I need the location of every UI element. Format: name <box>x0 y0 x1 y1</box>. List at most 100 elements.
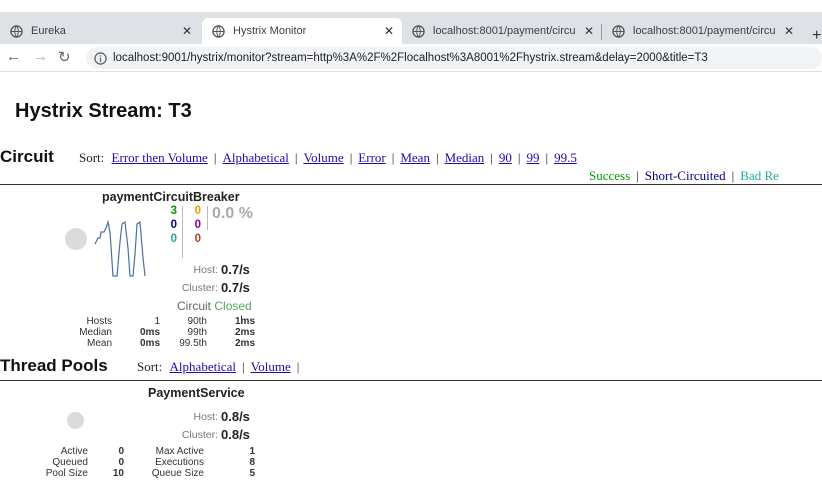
p995-label: 99.5th <box>179 338 207 349</box>
p90-value: 1ms <box>234 316 255 327</box>
circuit-name: paymentCircuitBreaker <box>102 190 240 204</box>
forward-icon[interactable]: → <box>33 48 48 65</box>
globe-icon <box>612 24 625 38</box>
max-active-label: Max Active <box>155 446 204 457</box>
address-bar: ← → ↻ localhost:9001/hystrix/monitor?str… <box>0 44 822 72</box>
thread-pool-name: PaymentService <box>148 386 245 400</box>
sort-99-5-link[interactable]: 99.5 <box>554 150 577 165</box>
host-rate: 0.7/s <box>221 262 250 277</box>
reload-icon[interactable]: ↻ <box>58 48 71 66</box>
health-circle <box>65 228 87 250</box>
health-circle <box>67 412 84 429</box>
pool-size-label: Pool Size <box>45 468 88 479</box>
max-active-value: 1 <box>249 446 255 457</box>
circuit-label: Circuit <box>177 299 212 313</box>
tab-title: Hystrix Monitor <box>233 25 307 37</box>
url-field[interactable]: localhost:9001/hystrix/monitor?stream=ht… <box>86 47 822 69</box>
cluster-rate: 0.7/s <box>221 280 250 295</box>
circuit-sort-bar: Sort: Error then Volume | Alphabetical | Vol… <box>79 150 577 166</box>
pool-size-value: 10 <box>112 468 124 479</box>
sort-volume-link[interactable]: Volume <box>251 359 291 374</box>
separator: | <box>213 150 217 165</box>
hosts-value: 1 <box>154 316 160 327</box>
close-tab-icon[interactable]: ✕ <box>182 24 192 38</box>
tab-strip: Eureka ✕ Hystrix Monitor ✕ localhost:800… <box>0 12 822 44</box>
rejected-count: 0 <box>194 219 201 231</box>
short-circuited-count: 0 <box>170 219 177 231</box>
tab-payment-1[interactable]: localhost:8001/payment/circu ✕ <box>402 18 600 44</box>
p99-value: 2ms <box>234 327 255 338</box>
legend-short-circuited: Short-Circuited <box>644 168 726 183</box>
circuit-divider <box>0 184 822 185</box>
separator: | <box>490 150 493 165</box>
circuit-state: Closed <box>214 299 252 313</box>
sort-mean-link[interactable]: Mean <box>400 150 430 165</box>
circuit-status: Circuit Closed <box>177 299 252 313</box>
queue-size-label: Queue Size <box>151 468 204 479</box>
cluster-label: Cluster: <box>181 429 218 441</box>
active-value: 0 <box>118 446 124 457</box>
host-label: Host: <box>193 411 218 423</box>
separator: | <box>731 168 735 183</box>
separator: | <box>391 150 395 165</box>
queued-value: 0 <box>118 457 124 468</box>
page-content: Hystrix Stream: T3 Circuit Sort: Error t… <box>0 72 822 497</box>
host-label: Host: <box>193 264 218 276</box>
separator: | <box>296 359 300 374</box>
globe-icon <box>412 24 425 38</box>
executions-label: Executions <box>155 457 204 468</box>
separator: | <box>435 150 439 165</box>
separator: | <box>294 150 298 165</box>
sort-99-link[interactable]: 99 <box>527 150 540 165</box>
mean-value: 0ms <box>139 338 160 349</box>
queue-size-value: 5 <box>249 468 255 479</box>
cluster-rate: 0.8/s <box>221 427 250 442</box>
queued-label: Queued <box>52 457 88 468</box>
separator: | <box>545 150 549 165</box>
close-tab-icon[interactable]: ✕ <box>584 24 594 38</box>
legend-success: Success <box>589 168 631 183</box>
cluster-label: Cluster: <box>181 282 218 294</box>
separator: | <box>349 150 353 165</box>
executions-value: 8 <box>249 457 255 468</box>
back-icon[interactable]: ← <box>6 48 21 65</box>
sort-alphabetical-link[interactable]: Alphabetical <box>170 359 236 374</box>
mean-label: Mean <box>86 338 112 349</box>
p995-value: 2ms <box>234 338 255 349</box>
separator: | <box>636 168 639 183</box>
close-tab-icon[interactable]: ✕ <box>384 24 394 38</box>
tab-title: localhost:8001/payment/circu <box>633 25 776 37</box>
sort-alphabetical-link[interactable]: Alphabetical <box>222 150 288 165</box>
active-label: Active <box>60 446 88 457</box>
sort-label: Sort: <box>79 150 105 165</box>
sort-error-link[interactable]: Error <box>358 150 385 165</box>
sort-median-link[interactable]: Median <box>445 150 485 165</box>
tab-payment-2[interactable]: localhost:8001/payment/circu ✕ <box>602 18 800 44</box>
counts-divider <box>182 206 183 258</box>
legend-bad-request: Bad Re <box>740 168 779 183</box>
host-rate: 0.8/s <box>221 409 250 424</box>
mouse-cursor-icon: I <box>240 314 244 326</box>
bad-request-count: 0 <box>170 233 177 245</box>
sort-error-then-volume-link[interactable]: Error then Volume <box>112 150 208 165</box>
sort-volume-link[interactable]: Volume <box>303 150 343 165</box>
page-title: Hystrix Stream: T3 <box>15 100 192 122</box>
close-tab-icon[interactable]: ✕ <box>784 24 794 38</box>
sort-90-link[interactable]: 90 <box>499 150 512 165</box>
circuit-heading: Circuit <box>0 147 54 166</box>
thread-pools-heading: Thread Pools <box>0 356 108 375</box>
new-tab-icon[interactable]: + <box>812 27 821 45</box>
url-text: localhost:9001/hystrix/monitor?stream=ht… <box>113 52 708 64</box>
timeout-count: 0 <box>194 205 201 217</box>
info-icon[interactable] <box>94 51 107 65</box>
tab-eureka[interactable]: Eureka ✕ <box>0 18 200 44</box>
median-label: Median <box>79 327 112 338</box>
tab-hystrix-monitor[interactable]: Hystrix Monitor ✕ <box>202 18 402 44</box>
error-percentage: 0.0 % <box>212 205 253 222</box>
circuit-legend: Success | Short-Circuited | Bad Re <box>589 168 779 184</box>
thread-pools-divider <box>0 380 822 381</box>
sort-label: Sort: <box>137 359 163 374</box>
tab-title: localhost:8001/payment/circu <box>433 25 576 37</box>
p99-label: 99th <box>187 327 207 338</box>
thread-pools-sort-bar: Sort: Alphabetical | Volume | <box>137 359 305 375</box>
